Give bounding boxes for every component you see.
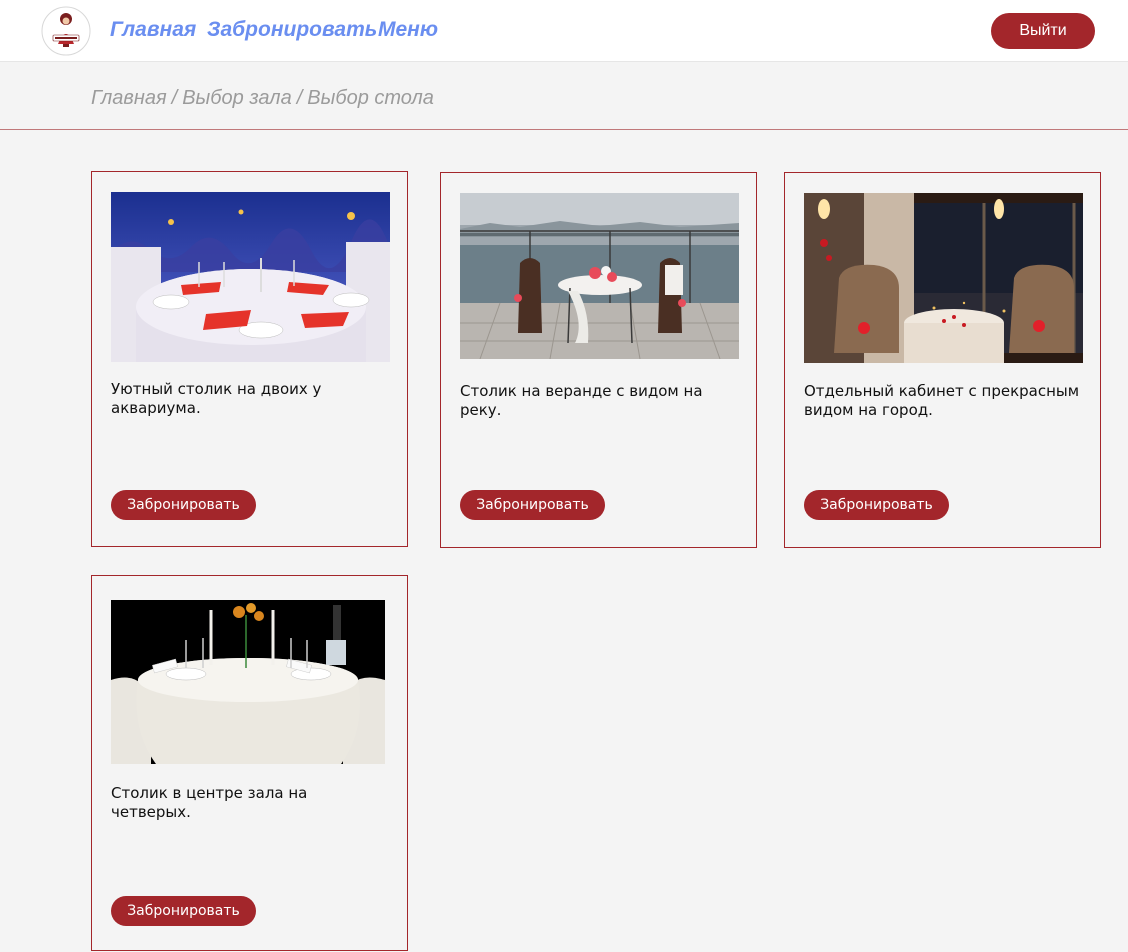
breadcrumb-separator: / [296,87,303,109]
header-divider [0,129,1128,130]
breadcrumb-hall-select[interactable]: Выбор зала [182,87,291,109]
breadcrumb: Главная / Выбор зала / Выбор стола [91,87,434,110]
veranda-table-photo [460,193,739,359]
table-card-private-room: Отдельный кабинет с прекрасным видом на … [784,172,1101,548]
table-card-veranda: Столик на веранде с видом на реку. Забро… [440,172,757,548]
logout-button[interactable]: Выйти [991,13,1095,49]
table-description: Столик в центре зала на четверых. [111,784,308,821]
aquarium-table-photo [111,192,390,362]
breadcrumb-home[interactable]: Главная [91,87,167,109]
book-button[interactable]: Забронировать [111,490,256,520]
table-card-aquarium: Уютный столик на двоих у аквариума. Забр… [91,171,408,547]
breadcrumb-table-select: Выбор стола [307,87,434,109]
nav-menu-link[interactable]: Меню [378,18,438,42]
table-description: Отдельный кабинет с прекрасным видом на … [804,382,1080,419]
center-table-photo [111,600,385,764]
top-navbar: Главная Забронировать Меню Выйти [0,0,1128,62]
book-button[interactable]: Забронировать [111,896,256,926]
breadcrumb-separator: / [171,87,178,109]
nav-home-link[interactable]: Главная [110,18,196,42]
book-button[interactable]: Забронировать [804,490,949,520]
table-description: Столик на веранде с видом на реку. [460,382,703,419]
private-room-photo [804,193,1083,363]
book-button[interactable]: Забронировать [460,490,605,520]
nav-book-link[interactable]: Забронировать [207,18,377,42]
table-description: Уютный столик на двоих у аквариума. [111,380,322,417]
table-card-center: Столик в центре зала на четверых. Заброн… [91,575,408,951]
mamalena-logo[interactable] [41,6,91,56]
